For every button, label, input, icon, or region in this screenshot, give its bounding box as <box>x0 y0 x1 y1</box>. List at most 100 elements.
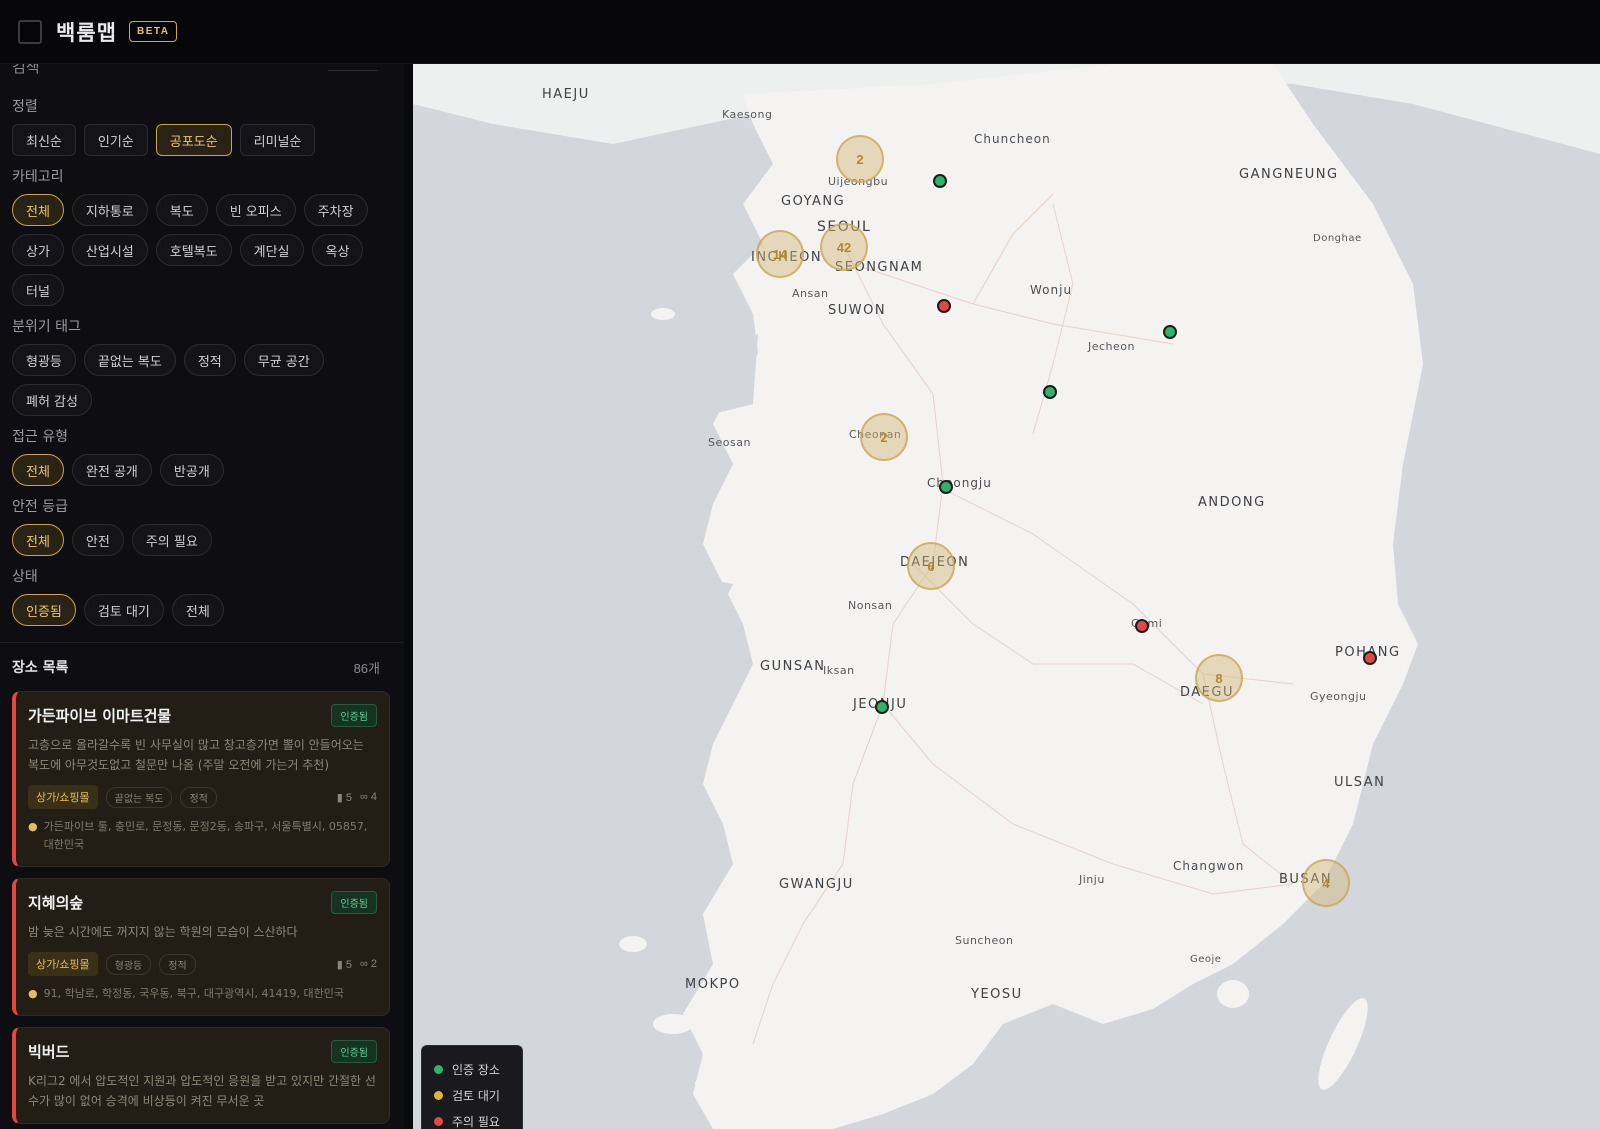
mood-fluorescent-chip[interactable]: 형광등 <box>12 344 76 376</box>
sort-options: 최신순 인기순 공포도순 리미널순 <box>12 124 392 156</box>
map-label: Jinju <box>1079 873 1105 886</box>
place-address: 91, 학남로, 학정동, 국우동, 북구, 대구광역시, 41419, 대한민… <box>43 987 344 1000</box>
mood-tag: 정적 <box>159 953 196 975</box>
verified-place-marker[interactable] <box>1043 385 1057 399</box>
status-pending-chip[interactable]: 검토 대기 <box>83 594 164 626</box>
map-label: Geoje <box>1190 954 1222 965</box>
mood-sterile-chip[interactable]: 무균 공간 <box>243 344 324 376</box>
map-label: ANDONG <box>1198 495 1266 510</box>
category-tunnel-chip[interactable]: 터널 <box>12 274 64 306</box>
safety-safe-chip[interactable]: 안전 <box>71 524 124 556</box>
search-label: 검색 <box>12 64 40 76</box>
legend-item: 검토 대기 <box>434 1082 510 1108</box>
access-label: 접근 유형 <box>12 429 68 445</box>
verified-place-marker[interactable] <box>875 700 889 714</box>
place-list-header: 장소 목록 86개 <box>12 657 392 677</box>
mood-silence-chip[interactable]: 정적 <box>183 344 236 376</box>
location-pin-icon: ● <box>28 987 38 1000</box>
category-hallway-chip[interactable]: 복도 <box>155 194 208 226</box>
place-stats: ▮ 5 ∞ 2 <box>337 958 377 971</box>
map-cluster[interactable]: 2 <box>836 135 884 183</box>
access-semi-chip[interactable]: 반공개 <box>159 454 224 486</box>
mood-tag: 정적 <box>180 786 217 808</box>
access-public-chip[interactable]: 완전 공개 <box>71 454 152 486</box>
verified-place-marker[interactable] <box>939 480 953 494</box>
status-all-chip[interactable]: 전체 <box>171 594 224 626</box>
search-input-edge[interactable] <box>328 70 378 71</box>
stat-liminal: ∞ 4 <box>359 790 377 803</box>
map-label: GANGNEUNG <box>1239 167 1339 182</box>
status-options: 인증됨 검토 대기 전체 <box>12 594 392 626</box>
map-cluster[interactable]: 6 <box>907 542 955 590</box>
safety-all-chip[interactable]: 전체 <box>12 524 64 556</box>
map-label: Chuncheon <box>974 132 1051 146</box>
place-card[interactable]: 가든파이브 이마트건물 인증됨 고층으로 올라갈수록 빈 사무실이 많고 창고층… <box>12 691 390 867</box>
sort-liminal-button[interactable]: 리미널순 <box>239 124 316 156</box>
status-verified-chip[interactable]: 인증됨 <box>12 594 76 626</box>
place-name: 지혜의숲 <box>28 894 84 912</box>
search-area-cut: 검색 <box>12 64 392 86</box>
map-label: ULSAN <box>1334 775 1386 790</box>
caution-place-marker[interactable] <box>1363 651 1377 665</box>
place-name: 가든파이브 이마트건물 <box>28 707 172 725</box>
legend-dot-icon <box>434 1116 443 1126</box>
safety-caution-chip[interactable]: 주의 필요 <box>131 524 212 556</box>
category-all-chip[interactable]: 전체 <box>12 194 64 226</box>
place-list-title: 장소 목록 <box>12 660 69 676</box>
place-card[interactable]: 지혜의숲 인증됨 밤 늦은 시간에도 꺼지지 않는 학원의 모습이 스산하다 상… <box>12 878 390 1016</box>
caution-place-marker[interactable] <box>937 299 951 313</box>
category-label: 카테고리 <box>12 169 64 185</box>
category-mall-chip[interactable]: 상가 <box>12 234 64 266</box>
sort-popular-button[interactable]: 인기순 <box>83 124 148 156</box>
safety-label: 안전 등급 <box>12 499 68 515</box>
verified-place-marker[interactable] <box>933 174 947 188</box>
map-label: Changwon <box>1173 859 1245 873</box>
category-options: 전체 지하통로 복도 빈 오피스 주차장 상가 산업시설 호텔복도 계단실 옥상… <box>12 194 392 306</box>
map-label: GUNSAN <box>760 659 826 674</box>
category-stairwell-chip[interactable]: 계단실 <box>239 234 304 266</box>
verified-badge: 인증됨 <box>331 891 377 914</box>
map-view[interactable]: HAEJU Kaesong Chuncheon GANGNEUNG Uijeon… <box>413 64 1600 1129</box>
legend-dot-icon <box>434 1064 443 1074</box>
category-rooftop-chip[interactable]: 옥상 <box>311 234 364 266</box>
stat-horror: ▮ 5 <box>336 958 352 971</box>
category-parking-chip[interactable]: 주차장 <box>303 194 368 226</box>
map-cluster[interactable]: 4 <box>1302 859 1350 907</box>
map-cluster[interactable]: 14 <box>756 230 804 278</box>
legend-dot-icon <box>434 1090 443 1100</box>
map-label: Gyeongju <box>1310 690 1367 703</box>
place-card[interactable]: 빅버드 인증됨 K리그2 에서 압도적인 지원과 압도적인 응원을 받고 있지만… <box>12 1027 390 1124</box>
place-list-count: 86개 <box>353 660 380 676</box>
map-label: Nonsan <box>848 599 893 612</box>
legend-item: 주의 필요 <box>434 1108 510 1129</box>
mood-label: 분위기 태그 <box>12 319 81 335</box>
map-label: YEOSU <box>971 987 1023 1002</box>
map-cluster[interactable]: 8 <box>1195 654 1243 702</box>
map-cluster[interactable]: 42 <box>820 223 868 271</box>
category-underpass-chip[interactable]: 지하통로 <box>71 194 148 226</box>
map-label: Suncheon <box>955 934 1014 947</box>
mood-options: 형광등 끝없는 복도 정적 무균 공간 폐허 감성 <box>12 344 392 416</box>
location-pin-icon: ● <box>28 820 38 833</box>
map-cluster[interactable]: 2 <box>860 413 908 461</box>
caution-place-marker[interactable] <box>1135 619 1149 633</box>
mood-endless-hall-chip[interactable]: 끝없는 복도 <box>83 344 176 376</box>
map-label: HAEJU <box>542 87 590 102</box>
verified-place-marker[interactable] <box>1163 325 1177 339</box>
verified-badge: 인증됨 <box>331 1040 377 1063</box>
filter-sidebar: 검색 정렬 최신순 인기순 공포도순 리미널순 카테고리 전체 지하통로 복도 … <box>0 64 404 1129</box>
category-hotel-chip[interactable]: 호텔복도 <box>155 234 232 266</box>
stat-liminal: ∞ 2 <box>359 957 377 970</box>
access-all-chip[interactable]: 전체 <box>12 454 64 486</box>
place-description: 밤 늦은 시간에도 꺼지지 않는 학원의 모습이 스산하다 <box>28 925 298 939</box>
status-label: 상태 <box>12 569 38 585</box>
category-industrial-chip[interactable]: 산업시설 <box>71 234 148 266</box>
top-bar: 백룸맵 BETA <box>0 0 1600 64</box>
category-office-chip[interactable]: 빈 오피스 <box>215 194 296 226</box>
sort-latest-button[interactable]: 최신순 <box>12 124 76 156</box>
infinity-icon: ∞ <box>359 790 368 803</box>
lock-icon: ▮ <box>336 791 343 804</box>
menu-icon[interactable] <box>18 19 42 44</box>
sort-horror-button[interactable]: 공포도순 <box>155 124 232 156</box>
mood-ruin-chip[interactable]: 폐허 감성 <box>12 384 92 416</box>
